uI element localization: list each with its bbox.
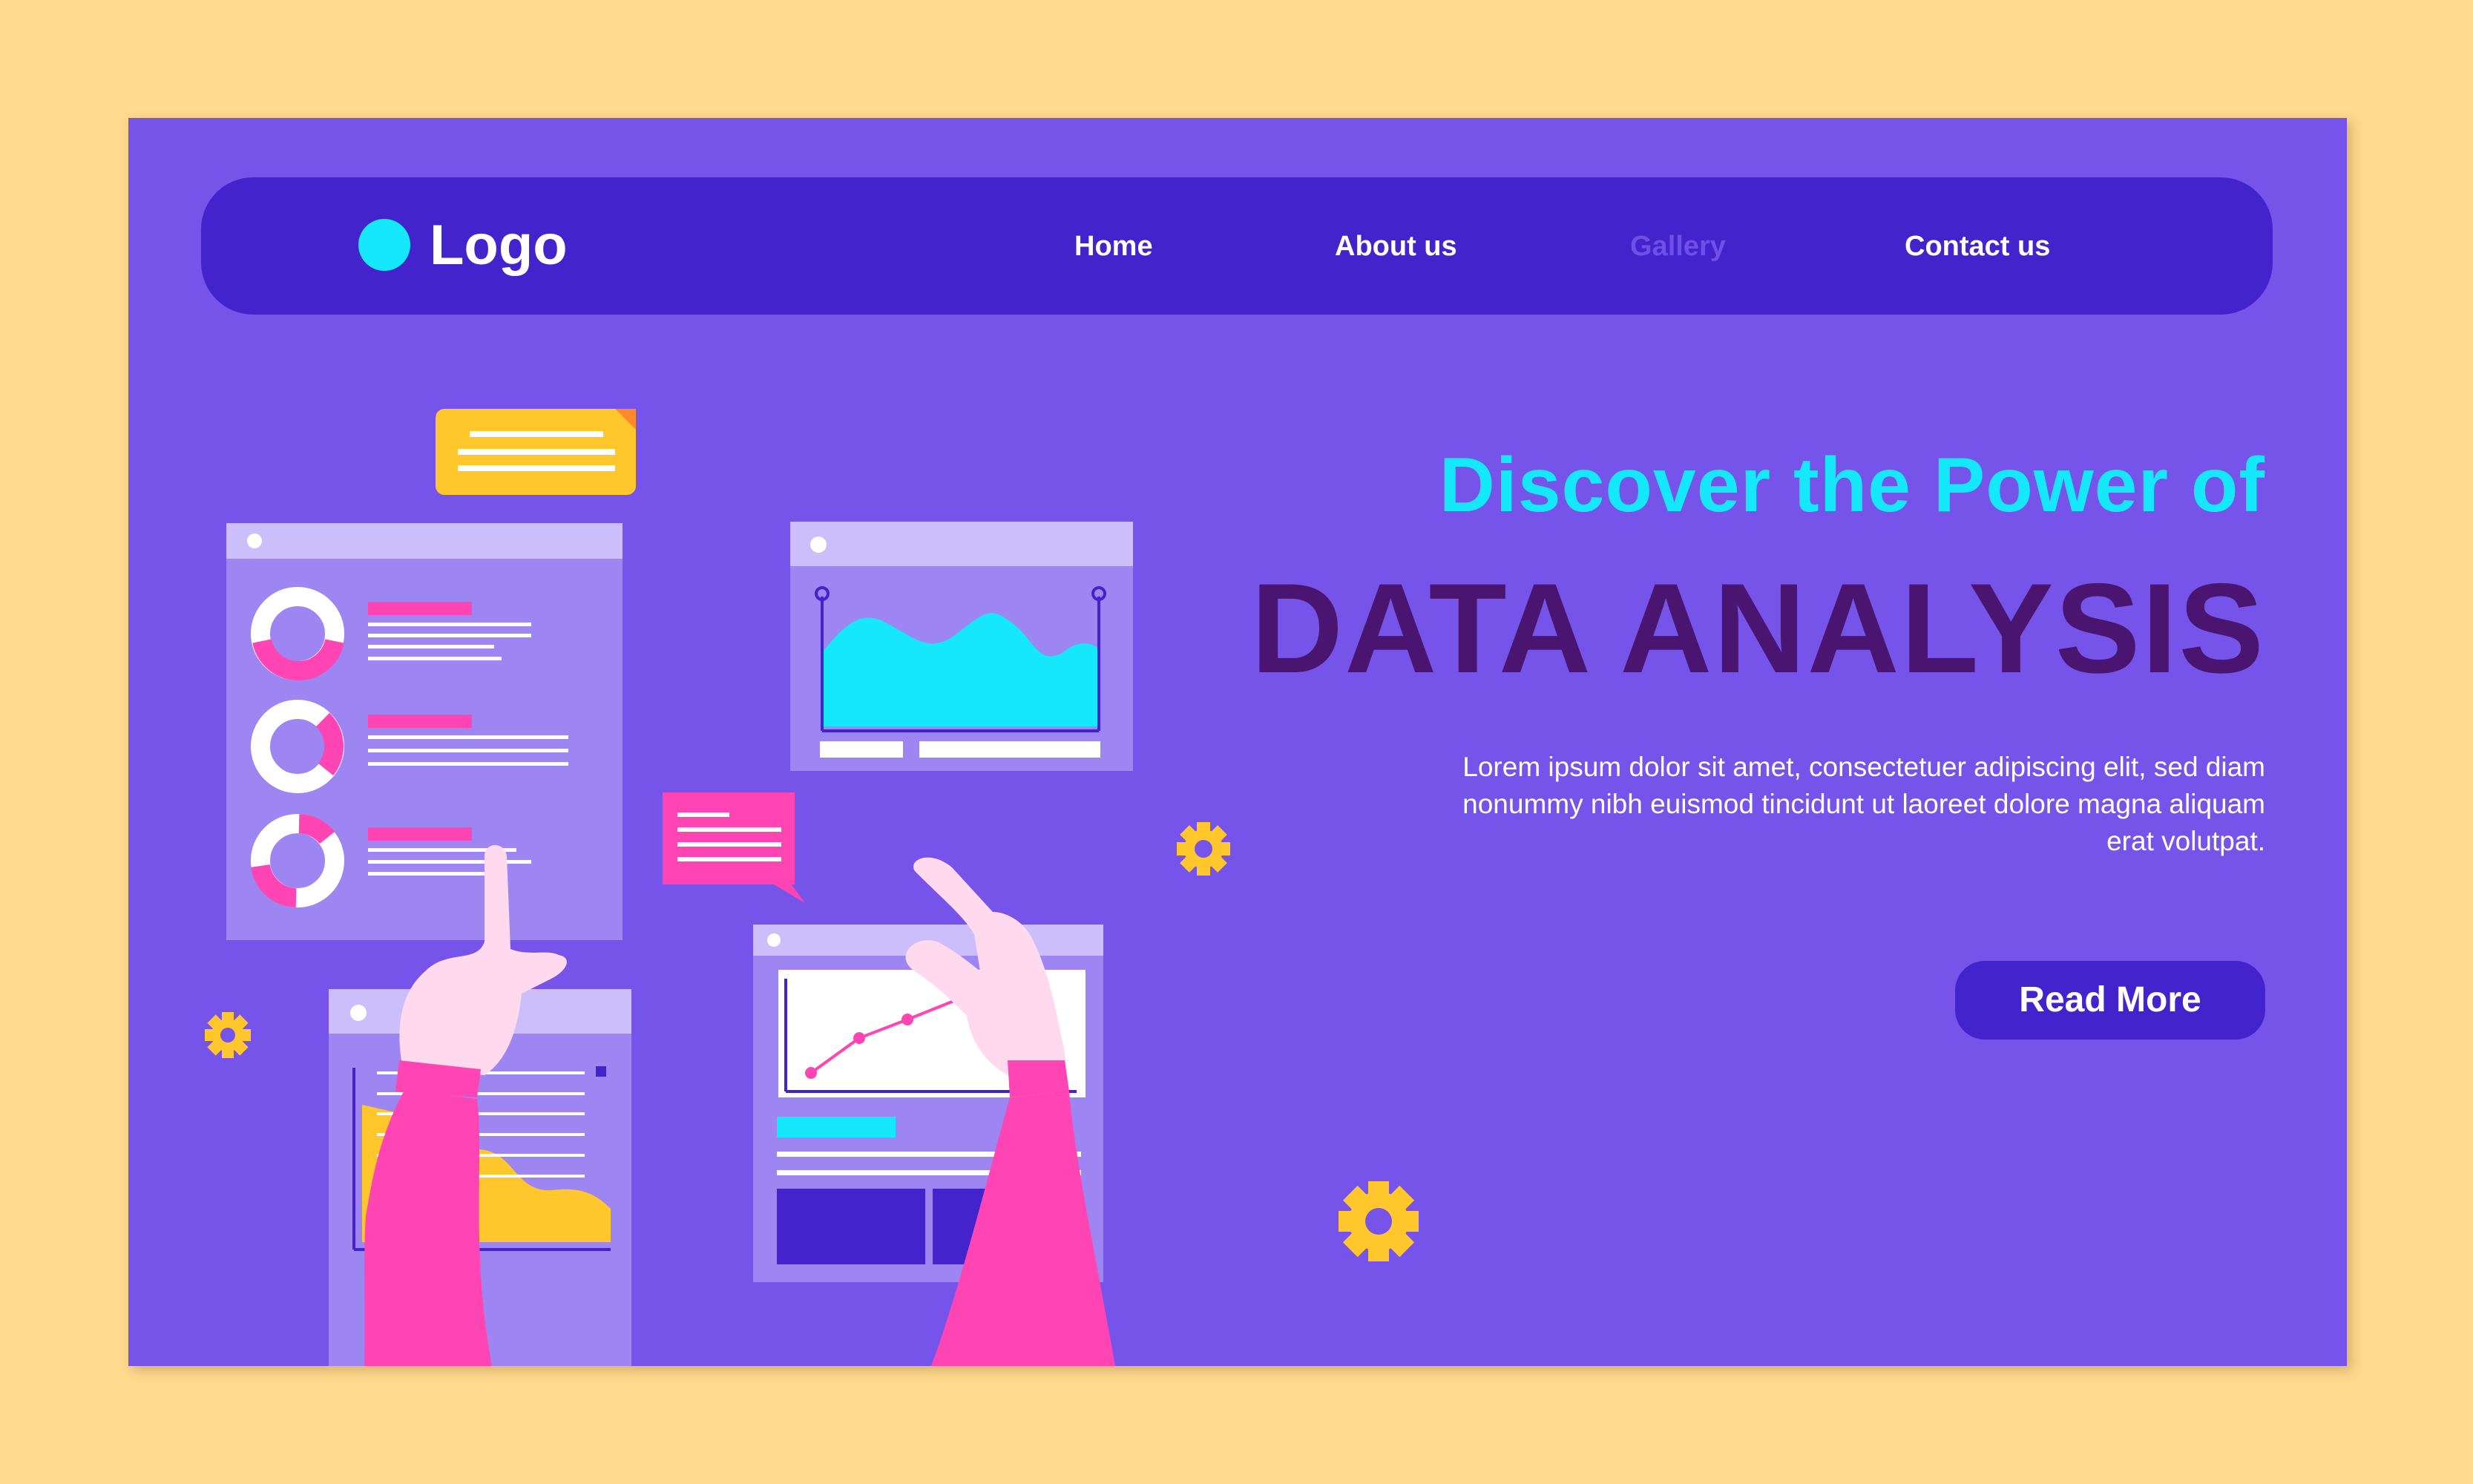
gear-icon	[1177, 822, 1230, 876]
gear-icon	[1339, 1181, 1419, 1261]
hero-title: DATA ANALYSIS	[1250, 557, 2265, 700]
nav-contact-us[interactable]: Contact us	[1905, 226, 2050, 267]
gear-icon	[205, 1012, 251, 1058]
read-more-button[interactable]: Read More	[1955, 961, 2265, 1040]
message-bubble-icon	[663, 792, 805, 903]
hero-description: Lorem ipsum dolor sit amet, consectetuer…	[1462, 752, 2265, 856]
note-icon	[436, 409, 636, 495]
landing-page: Logo Home About us Gallery Contact us Di…	[128, 118, 2347, 1366]
data-analysis-illustration	[205, 409, 1419, 1366]
hero-kicker: Discover the Power of	[1439, 442, 2265, 528]
nav-gallery[interactable]: Gallery	[1630, 226, 1726, 267]
area-chart-window	[790, 522, 1133, 771]
donut-report-window	[226, 523, 623, 940]
